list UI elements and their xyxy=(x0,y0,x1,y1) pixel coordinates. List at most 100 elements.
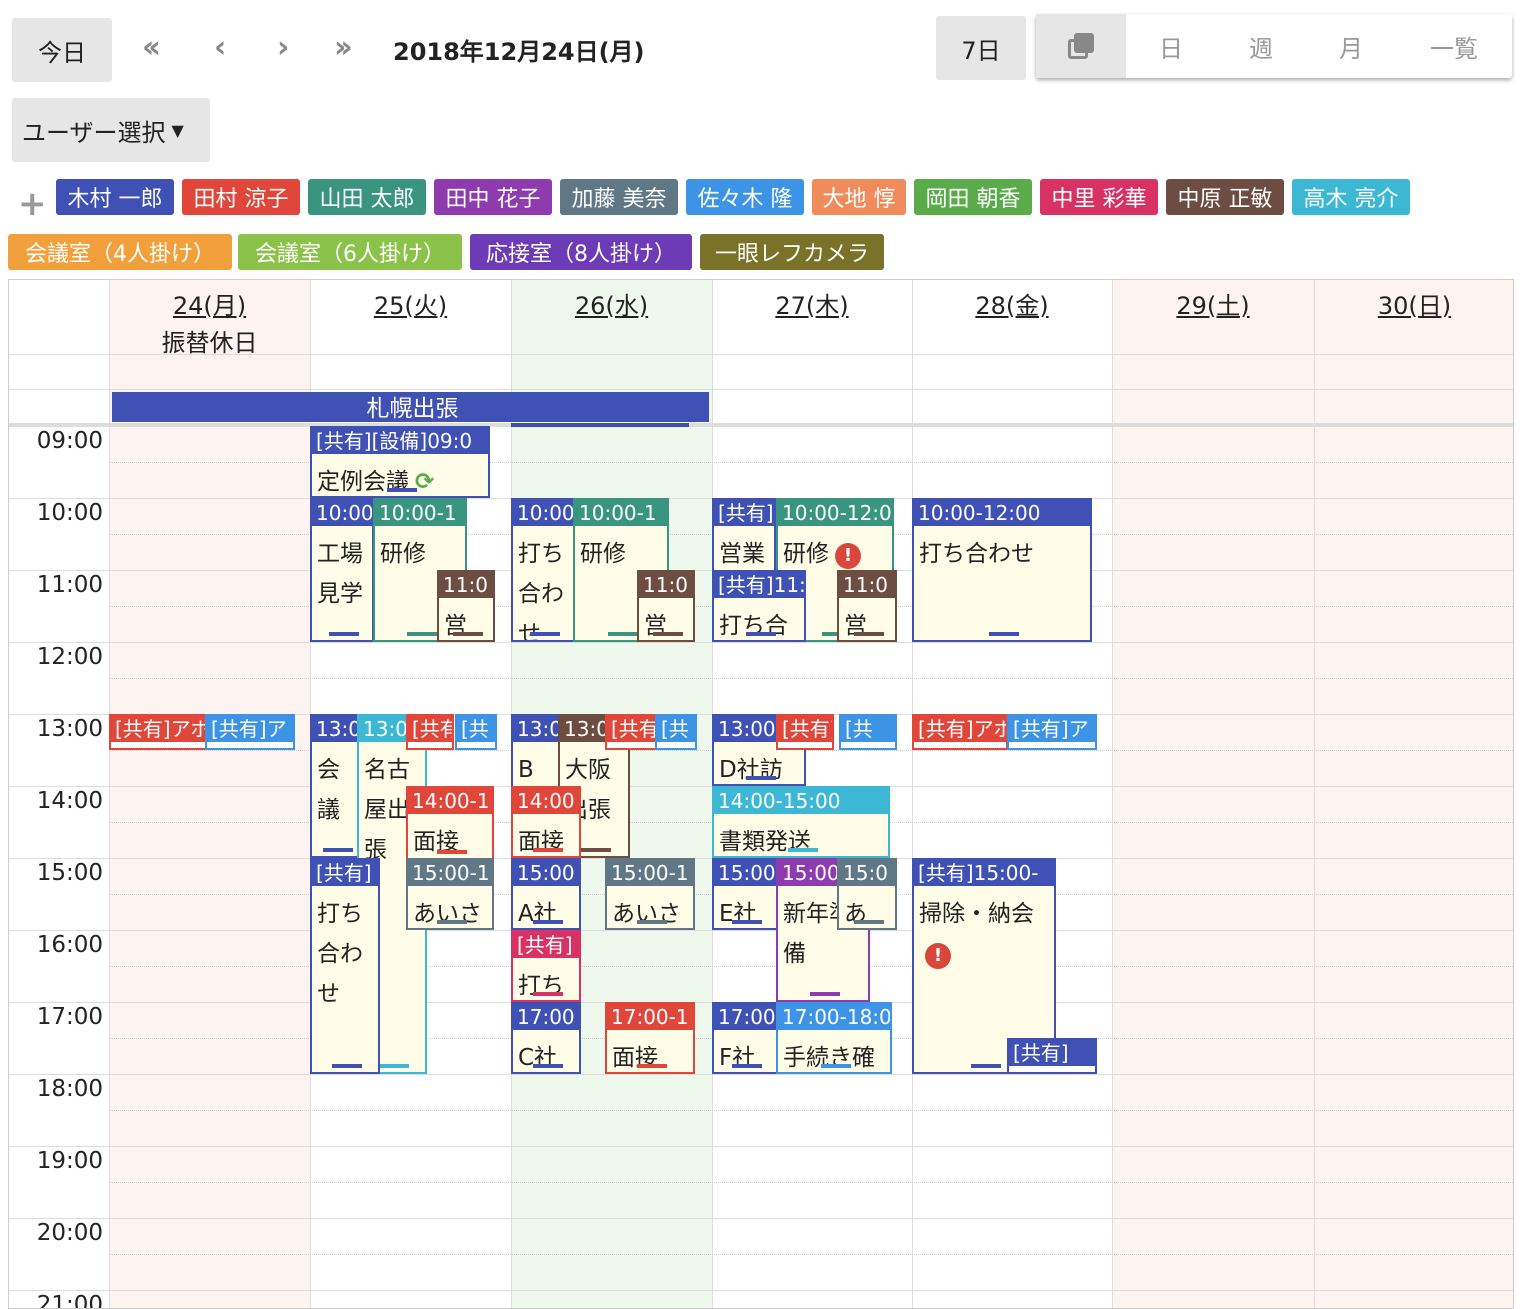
add-user-icon[interactable]: + xyxy=(18,184,47,224)
event[interactable]: [共有]アポ xyxy=(109,714,207,750)
next-day-icon[interactable]: › xyxy=(277,30,290,65)
user-chip[interactable]: 中里 彩華 xyxy=(1040,179,1158,215)
event[interactable]: 11:0 営 xyxy=(837,570,897,642)
event[interactable]: 17:00-18:0 手続き確 xyxy=(776,1002,892,1074)
event-time: [共有][設備]09:0 xyxy=(312,428,488,454)
user-chip[interactable]: 田中 花子 xyxy=(434,179,552,215)
event[interactable]: [共有] 打ち xyxy=(511,930,581,1002)
event-underline xyxy=(746,776,776,780)
event[interactable]: [共有] 打ち合わせ xyxy=(310,858,380,1074)
event[interactable]: 14:00-1 面接 xyxy=(406,786,494,860)
day-label[interactable]: 27(木) xyxy=(712,286,912,321)
user-chip[interactable]: 加藤 美奈 xyxy=(560,179,678,215)
user-chip[interactable]: 木村 一郎 xyxy=(56,179,174,215)
event[interactable]: 15:00-1 あいさ xyxy=(605,858,695,930)
event[interactable]: 11:0 営 xyxy=(437,570,495,642)
allday-event[interactable]: 札幌出張 xyxy=(112,392,709,422)
event-title: 打ち合わせ xyxy=(317,901,363,1007)
user-chip[interactable]: 高木 亮介 xyxy=(1292,179,1410,215)
view-list[interactable]: 一覧 xyxy=(1396,14,1512,78)
prev-week-icon[interactable]: ‹‹ xyxy=(142,30,161,65)
holiday-label: 振替休日 xyxy=(161,329,258,357)
event[interactable]: [共有] xyxy=(1007,1038,1097,1074)
event-underline xyxy=(637,1064,667,1068)
event[interactable]: 17:00F社訪 xyxy=(712,1002,778,1074)
day-header[interactable]: 26(水) xyxy=(511,280,712,354)
event[interactable]: 10:00-12:00 打ち合わせ xyxy=(912,498,1092,642)
time-label: 21:00 xyxy=(36,1292,103,1309)
event[interactable]: 15:00-1 あいさ xyxy=(406,858,494,930)
day-column xyxy=(1112,280,1314,1308)
event-time: [共有] xyxy=(778,716,832,742)
day-header[interactable]: 30(日) xyxy=(1314,280,1513,354)
event[interactable]: [共有]ア xyxy=(1007,714,1097,750)
user-chip[interactable]: 大地 惇 xyxy=(812,179,906,215)
day-label[interactable]: 29(土) xyxy=(1112,286,1314,321)
day-header[interactable]: 24(月) 振替休日 xyxy=(109,280,310,357)
facility-chip[interactable]: 会議室（6人掛け） xyxy=(238,234,462,270)
event-time: [共有] xyxy=(714,500,774,526)
event-time: [共 xyxy=(457,716,495,742)
event[interactable]: [共有]アポ xyxy=(912,714,1008,750)
event[interactable]: 17:00-1 面接 xyxy=(605,1002,695,1074)
view-day[interactable]: 日 xyxy=(1126,14,1216,78)
event-underline xyxy=(323,848,353,852)
event-time: 13:0 xyxy=(312,716,360,742)
day-header[interactable]: 25(火) xyxy=(310,280,511,354)
event-time: [共有] xyxy=(513,932,579,958)
user-chip[interactable]: 中原 正敏 xyxy=(1166,179,1284,215)
day-label[interactable]: 25(火) xyxy=(310,286,511,321)
event[interactable]: [共有]ア xyxy=(205,714,295,750)
view-month[interactable]: 月 xyxy=(1306,14,1396,78)
event[interactable]: 14:00 面接 xyxy=(511,786,581,858)
event[interactable]: 15:00 A社 xyxy=(511,858,581,930)
event[interactable]: [共 xyxy=(839,714,897,750)
event[interactable]: [共有][設備]09:0 定例会議 ⟳ xyxy=(310,426,490,498)
day-label[interactable]: 30(日) xyxy=(1314,286,1513,321)
event[interactable]: 10:00 打ち合わせ xyxy=(511,498,575,642)
day-header[interactable]: 29(土) xyxy=(1112,280,1314,354)
half-hour-line xyxy=(109,1254,1513,1255)
event[interactable]: [共有 xyxy=(605,714,657,750)
event[interactable]: [共有] xyxy=(776,714,834,750)
user-chip[interactable]: 田村 涼子 xyxy=(182,179,300,215)
day-label[interactable]: 26(水) xyxy=(511,286,712,321)
event[interactable]: 11:0 営 xyxy=(637,570,695,642)
event[interactable]: 15:00E社訪 xyxy=(712,858,778,930)
time-label: 12:00 xyxy=(36,644,103,670)
range-button[interactable]: 7日 xyxy=(936,16,1026,80)
day-header[interactable]: 28(金) xyxy=(912,280,1112,354)
event-underline xyxy=(329,632,359,636)
next-week-icon[interactable]: ›› xyxy=(334,30,353,65)
view-multi[interactable] xyxy=(1036,14,1126,78)
day-label[interactable]: 24(月) xyxy=(109,286,310,321)
hour-line xyxy=(9,642,1513,643)
event-title: 掃除・納会! xyxy=(914,886,1054,974)
event[interactable]: [共有 xyxy=(406,714,454,750)
event[interactable]: 14:00-15:00 書類発送 xyxy=(712,786,890,858)
event-underline xyxy=(533,992,563,996)
user-chip[interactable]: 山田 太郎 xyxy=(308,179,426,215)
event[interactable]: [共 xyxy=(655,714,697,750)
facility-chip[interactable]: 応接室（8人掛け） xyxy=(470,234,692,270)
user-chip[interactable]: 岡田 朝香 xyxy=(914,179,1032,215)
facility-chip[interactable]: 一眼レフカメラ xyxy=(700,234,884,270)
day-header[interactable]: 27(木) xyxy=(712,280,912,354)
prev-day-icon[interactable]: ‹ xyxy=(214,30,227,65)
day-divider xyxy=(109,280,110,1308)
day-label[interactable]: 28(金) xyxy=(912,286,1112,321)
user-chip[interactable]: 佐々木 隆 xyxy=(686,179,804,215)
event[interactable]: 13:0 会議 xyxy=(310,714,362,858)
event[interactable]: [共 xyxy=(455,714,497,750)
event[interactable]: 17:00 C社 xyxy=(511,1002,581,1074)
event[interactable]: 15:0 あ xyxy=(837,858,897,930)
event[interactable]: 10:00 工場見学 xyxy=(310,498,374,642)
facility-chip[interactable]: 会議室（4人掛け） xyxy=(8,234,232,270)
view-week[interactable]: 週 xyxy=(1216,14,1306,78)
event-underline xyxy=(608,632,638,636)
time-label: 17:00 xyxy=(36,1004,103,1030)
today-button[interactable]: 今日 xyxy=(12,18,112,82)
user-select[interactable]: ユーザー選択 ▼ xyxy=(12,98,210,162)
view-switcher: 日 週 月 一覧 xyxy=(1036,14,1512,78)
event[interactable]: [共有]11: 打ち合 xyxy=(712,570,806,642)
